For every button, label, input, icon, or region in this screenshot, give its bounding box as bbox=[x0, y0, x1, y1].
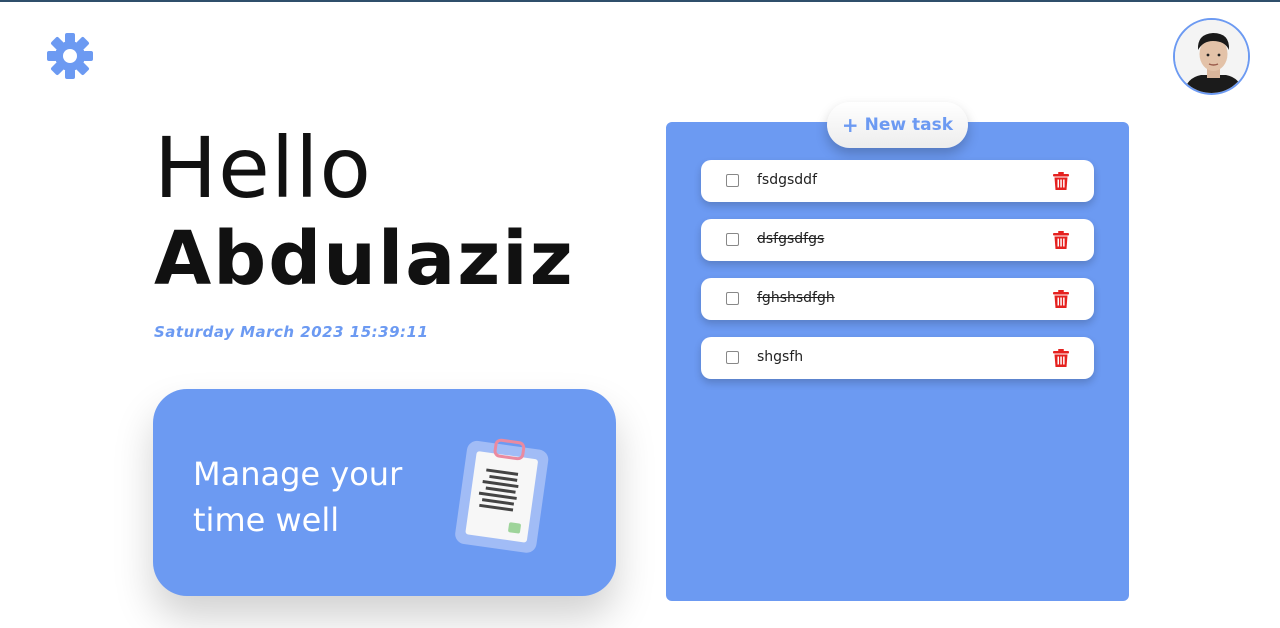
top-border bbox=[0, 0, 1280, 2]
new-task-button[interactable]: + New task bbox=[827, 102, 968, 148]
gear-icon[interactable] bbox=[44, 30, 96, 82]
task-checkbox[interactable] bbox=[726, 351, 739, 364]
trash-icon[interactable] bbox=[1053, 290, 1069, 308]
task-checkbox[interactable] bbox=[726, 233, 739, 246]
task-label: fsdgsddf bbox=[757, 172, 817, 188]
task-checkbox[interactable] bbox=[726, 174, 739, 187]
task-item: fghshsdfgh bbox=[701, 278, 1094, 320]
promo-line-1: Manage your bbox=[193, 455, 403, 493]
trash-icon[interactable] bbox=[1053, 231, 1069, 249]
clipboard-icon bbox=[453, 435, 553, 555]
promo-line-2: time well bbox=[193, 501, 340, 539]
user-name: Abdulaziz bbox=[154, 216, 575, 302]
task-checkbox[interactable] bbox=[726, 292, 739, 305]
greeting-hello: Hello bbox=[154, 119, 372, 217]
task-item: fsdgsddf bbox=[701, 160, 1094, 202]
task-item: shgsfh bbox=[701, 337, 1094, 379]
plus-icon: + bbox=[841, 113, 859, 137]
promo-card: Manage your time well bbox=[153, 389, 616, 596]
avatar[interactable] bbox=[1173, 18, 1250, 95]
new-task-label: New task bbox=[864, 115, 954, 135]
trash-icon[interactable] bbox=[1053, 172, 1069, 190]
task-label: shgsfh bbox=[757, 349, 804, 365]
task-label: fghshsdfgh bbox=[757, 290, 835, 306]
promo-text: Manage your time well bbox=[193, 451, 433, 543]
task-item: dsfgsdfgs bbox=[701, 219, 1094, 261]
current-datetime: Saturday March 2023 15:39:11 bbox=[154, 323, 429, 341]
trash-icon[interactable] bbox=[1053, 349, 1069, 367]
task-label: dsfgsdfgs bbox=[757, 231, 825, 247]
